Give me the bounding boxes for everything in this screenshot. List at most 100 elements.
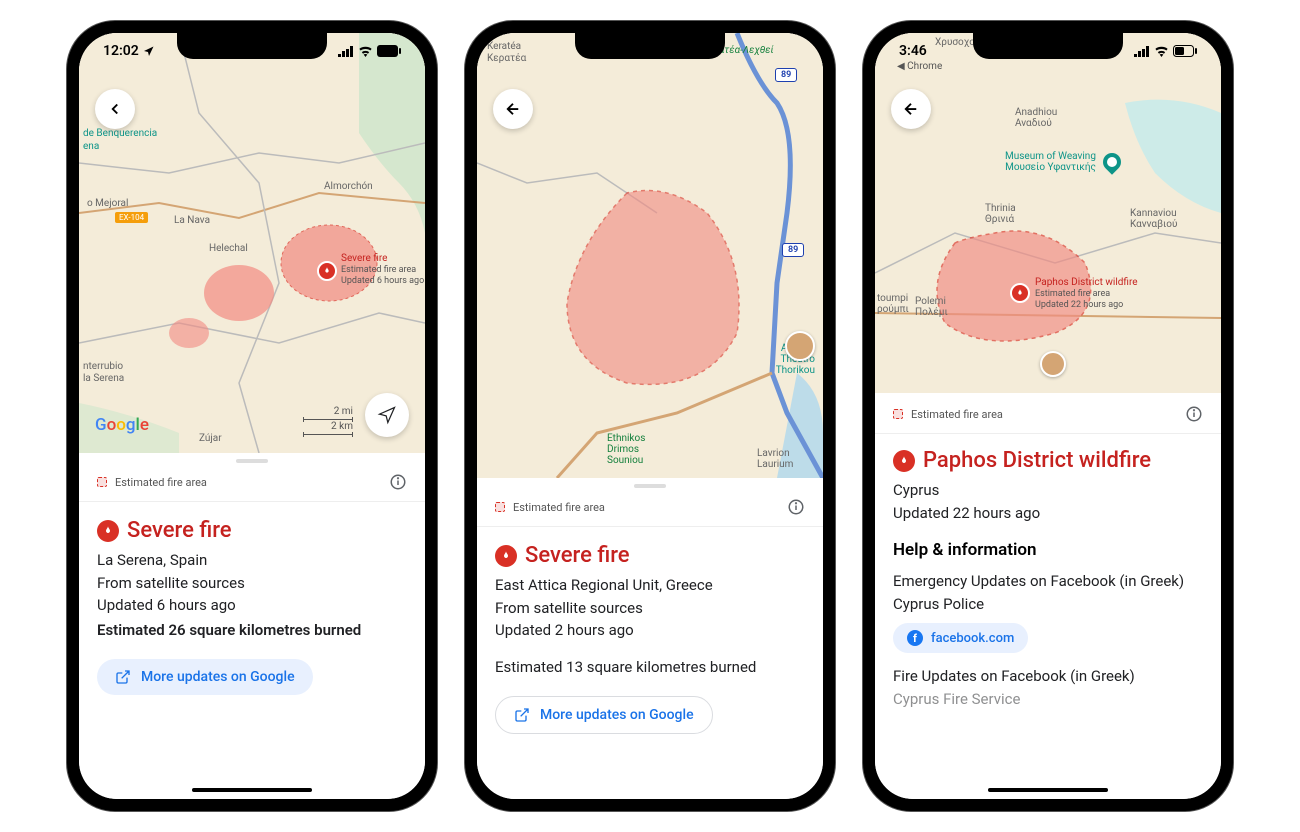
map-place-label: de Benquerencia	[83, 128, 157, 139]
map-place-label: EthnikosDrimosSouniou	[607, 433, 645, 466]
more-updates-button[interactable]: More updates on Google	[97, 659, 313, 695]
back-button[interactable]	[95, 89, 135, 129]
map[interactable]: Χρυσοχούς AnadhiouΑναδιού Museum of Weav…	[875, 33, 1221, 393]
fire-updated: Updated 22 hours ago	[893, 502, 1203, 525]
map-place-label: Zújar	[199, 433, 222, 444]
fire-estimate: Estimated 26 square kilometres burned	[97, 619, 407, 642]
phone-mockup-3: 3:46 ◀ Chrome Χρυσοχούς AnadhiouΑναδιού	[863, 21, 1233, 811]
phone-mockup-2: Keratéa Κερατέα Κερατέα-Λεχθεί 89 89 Arc…	[465, 21, 835, 811]
road-shield: 89	[782, 243, 804, 257]
status-time: 3:46	[899, 43, 927, 59]
google-logo: Google	[95, 415, 149, 435]
map[interactable]: Keratéa Κερατέα Κερατέα-Λεχθεί 89 89 Arc…	[477, 33, 823, 478]
fire-estimate: Estimated 13 square kilometres burned	[495, 656, 805, 679]
estimated-fire-area-row: Estimated fire area	[79, 467, 425, 502]
arrow-left-icon	[902, 100, 920, 118]
fire-pin-icon[interactable]	[1010, 283, 1030, 303]
estimated-label: Estimated fire area	[911, 408, 1003, 421]
battery-icon	[377, 45, 401, 57]
signal-icon	[1134, 46, 1150, 57]
arrow-left-icon	[504, 100, 522, 118]
info-button[interactable]	[389, 473, 407, 491]
photo-pin[interactable]	[785, 331, 815, 361]
map-place-label: ena	[83, 141, 99, 152]
fire-source: From satellite sources	[495, 597, 805, 620]
drag-handle[interactable]	[634, 484, 666, 488]
fire-source: From satellite sources	[97, 572, 407, 595]
road-shield: 89	[775, 68, 797, 82]
help-link-title: Fire Updates on Facebook (in Greek)	[893, 665, 1203, 688]
map-place-label: KannaviouΚανναβιού	[1130, 208, 1177, 230]
estimated-fire-area-row: Estimated fire area	[477, 492, 823, 527]
map-place-label: o Mejoral	[87, 198, 128, 209]
map-place-label: Keratéa	[487, 41, 521, 52]
bottom-sheet[interactable]: Estimated fire area Severe fire La Seren…	[79, 453, 425, 799]
fire-updated: Updated 2 hours ago	[495, 619, 805, 642]
facebook-icon: f	[907, 630, 923, 646]
phone-mockup-1: 12:02	[67, 21, 437, 811]
map-place-label: La Nava	[174, 215, 210, 226]
more-updates-button[interactable]: More updates on Google	[495, 696, 713, 734]
fire-area-legend-icon	[495, 502, 505, 512]
info-button[interactable]	[787, 498, 805, 516]
fire-icon	[893, 450, 915, 472]
battery-icon	[1173, 45, 1197, 57]
photo-pin[interactable]	[1040, 351, 1066, 377]
bottom-sheet[interactable]: Estimated fire area Paphos District wild…	[875, 393, 1221, 799]
map-place-label: ThriniaΘρινιά	[985, 203, 1016, 225]
map-place-label: PolemiΠολέμι	[915, 296, 948, 318]
map-place-label: Helechal	[209, 243, 248, 254]
recenter-button[interactable]	[365, 393, 409, 437]
map-scale: 2 mi 2 km	[303, 405, 353, 435]
fire-updated: Updated 6 hours ago	[97, 594, 407, 617]
estimated-fire-area-row: Estimated fire area	[875, 393, 1221, 434]
info-button[interactable]	[1185, 405, 1203, 423]
fire-location: Cyprus	[893, 479, 1203, 502]
help-link-title: Emergency Updates on Facebook (in Greek)	[893, 570, 1203, 593]
help-link-source: Cyprus Police	[893, 593, 1203, 616]
status-time: 12:02	[103, 43, 139, 59]
fire-area-legend-icon	[893, 409, 903, 419]
notch	[973, 33, 1123, 59]
info-icon	[1185, 405, 1203, 423]
fire-pin-icon[interactable]	[317, 261, 337, 281]
back-button[interactable]	[891, 89, 931, 129]
fire-title: Severe fire	[525, 543, 630, 568]
help-link-source: Cyprus Fire Service	[893, 688, 1203, 711]
wifi-icon	[358, 46, 373, 57]
status-from-app: ◀ Chrome	[897, 61, 942, 72]
fire-title: Paphos District wildfire	[923, 448, 1151, 473]
notch	[575, 33, 725, 59]
fire-icon	[97, 520, 119, 542]
info-icon	[787, 498, 805, 516]
fire-icon	[495, 545, 517, 567]
location-arrow-icon	[143, 45, 155, 57]
estimated-label: Estimated fire area	[513, 501, 605, 514]
map-place-label: Almorchón	[324, 181, 373, 192]
map-place-label: la Serena	[83, 373, 124, 384]
wifi-icon	[1154, 46, 1169, 57]
bottom-sheet[interactable]: Estimated fire area Severe fire East Att…	[477, 478, 823, 799]
home-indicator[interactable]	[192, 788, 312, 792]
external-link-icon	[115, 669, 131, 685]
map-fire-label: Severe fire Estimated fire area Updated …	[341, 253, 424, 287]
notch	[177, 33, 327, 59]
fire-location: La Serena, Spain	[97, 549, 407, 572]
arrow-left-icon	[106, 100, 124, 118]
back-button[interactable]	[493, 89, 533, 129]
road-badge: EX-104	[115, 212, 148, 223]
facebook-link-chip[interactable]: f facebook.com	[893, 623, 1028, 653]
external-link-icon	[514, 707, 530, 723]
map[interactable]: de Benquerencia ena o Mejoral La Nava He…	[79, 33, 425, 453]
fire-location: East Attica Regional Unit, Greece	[495, 574, 805, 597]
info-icon	[389, 473, 407, 491]
help-section-title: Help & information	[893, 540, 1203, 560]
home-indicator[interactable]	[988, 788, 1108, 792]
drag-handle[interactable]	[236, 459, 268, 463]
map-place-label: Κερατέα	[487, 53, 526, 64]
fire-title: Severe fire	[127, 518, 232, 543]
map-place-label: toumpiρούμπι	[877, 293, 909, 315]
map-place-label: nterrubio	[83, 361, 123, 372]
map-place-label: LavrionLaurium	[757, 448, 793, 470]
map-place-label: AnadhiouΑναδιού	[1015, 107, 1057, 129]
